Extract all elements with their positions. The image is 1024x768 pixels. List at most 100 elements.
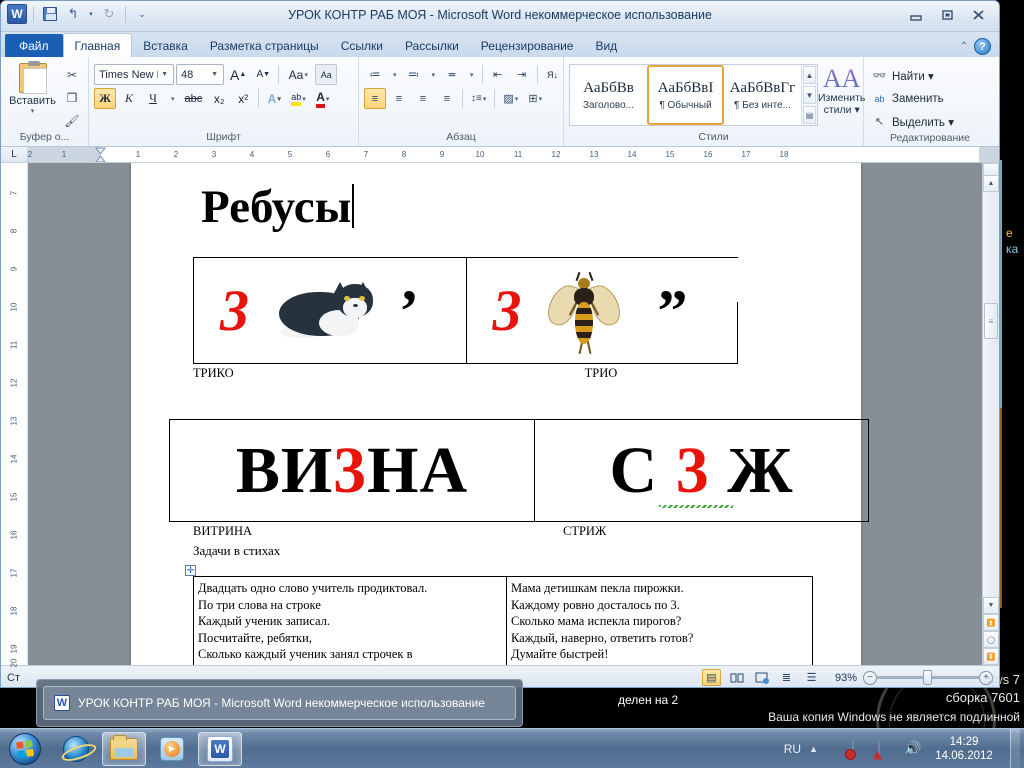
ribbon[interactable]: Вставить ▾ ✂ ❐ 🖌 Буфер о... Times New ▼ …	[1, 57, 999, 147]
cut-icon[interactable]: ✂	[61, 64, 83, 85]
underline-button[interactable]: Ч	[142, 88, 164, 109]
paste-caret-icon[interactable]: ▾	[31, 107, 35, 115]
word-app-icon[interactable]: W	[7, 4, 27, 24]
styles-gallery[interactable]: АаБбВв Заголово... АаБбВвI ¶ Обычный АаБ…	[569, 64, 818, 126]
tab-mailings[interactable]: Рассылки	[394, 35, 470, 57]
network-error-icon[interactable]	[852, 738, 870, 758]
styles-more-icon[interactable]: ▤	[803, 106, 816, 124]
draft-view-button[interactable]: ☰	[802, 669, 821, 686]
bold-button[interactable]: Ж	[94, 88, 116, 109]
tab-stop-selector[interactable]: L	[1, 147, 28, 162]
multilevel-list-button[interactable]: ≖	[441, 64, 463, 85]
next-page-icon[interactable]: ⏬	[983, 648, 999, 665]
taskbar-buttons[interactable]: ▶ W	[54, 731, 242, 766]
language-indicator[interactable]: RU	[784, 742, 801, 756]
minimize-button[interactable]	[902, 5, 931, 25]
windows-taskbar[interactable]: ▶ W RU ▲ 🔊 14:29 14.06.2012	[0, 728, 1024, 768]
tab-review[interactable]: Рецензирование	[470, 35, 585, 57]
clear-formatting-icon[interactable]: Aa	[315, 64, 338, 85]
italic-button[interactable]: К	[118, 88, 140, 109]
clipboard-mini-buttons[interactable]: ✂ ❐ 🖌	[59, 60, 83, 131]
show-hidden-icons-button[interactable]: ▲	[809, 744, 818, 754]
select-button[interactable]: ↖ Выделить ▾	[869, 111, 957, 132]
status-bar-right[interactable]: ▤ ≣ ☰ 93% − +	[702, 669, 997, 686]
help-icon[interactable]: ?	[974, 38, 991, 55]
styles-scroll-down-icon[interactable]: ▼	[803, 86, 816, 104]
paste-button[interactable]: Вставить ▾	[6, 60, 59, 115]
horizontal-ruler[interactable]: 2 1 1 2 3 4 5 6 7 8 9 10 11 12 13 14 15	[28, 147, 999, 162]
line-spacing-button[interactable]: ↕≡ ▾	[467, 88, 490, 109]
text-effects-button[interactable]: A ▾	[263, 88, 285, 109]
paragraph-row-2[interactable]: ≡ ≡ ≡ ≡ ↕≡ ▾ ▨ ▾ ⊞ ▾	[364, 88, 546, 109]
document-canvas[interactable]: Ребусы 3 ’ 3 ” ТРИКО ТРИО ВИ3НА С 3 Ж ВИ…	[28, 163, 982, 665]
scroll-down-icon[interactable]: ▼	[983, 597, 999, 614]
font-name-chevron-down-icon[interactable]: ▼	[158, 71, 171, 78]
scroll-up-icon[interactable]: ▲	[983, 175, 999, 192]
zoom-slider[interactable]: − +	[863, 670, 993, 685]
volume-icon[interactable]: 🔊	[904, 740, 922, 758]
justify-button[interactable]: ≡	[436, 88, 458, 109]
decrease-indent-button[interactable]: ⇤	[487, 64, 509, 85]
tab-home[interactable]: Главная	[62, 33, 133, 57]
taskbar-button-internet-explorer[interactable]	[54, 732, 98, 766]
tab-insert[interactable]: Вставка	[132, 35, 199, 57]
change-case-icon[interactable]: Aa ▾	[283, 64, 313, 85]
scrollbar-bottom-controls[interactable]: ▼ ⏫ ◯ ⏬	[983, 597, 999, 665]
vertical-scrollbar[interactable]: ▲ ≡ ▼ ⏫ ◯ ⏬	[982, 163, 999, 665]
align-right-button[interactable]: ≡	[412, 88, 434, 109]
font-size-chevron-down-icon[interactable]: ▼	[208, 71, 221, 78]
font-name-combo[interactable]: Times New Rc ▼	[94, 64, 174, 85]
tab-view[interactable]: Вид	[584, 35, 628, 57]
paragraph-row-1[interactable]: ≔ ▾ ≕ ▾ ≖ ▾ ⇤ ⇥ Я↓ ¶	[364, 64, 588, 85]
multilevel-chevron-down-icon[interactable]: ▾	[465, 64, 478, 85]
tab-references[interactable]: Ссылки	[330, 35, 394, 57]
align-left-button[interactable]: ≡	[364, 88, 386, 109]
taskbar-button-media-player[interactable]: ▶	[150, 732, 194, 766]
redo-icon[interactable]: ↻	[99, 4, 119, 24]
scrollbar-thumb[interactable]: ≡	[984, 303, 998, 339]
close-button[interactable]	[964, 5, 993, 25]
clock[interactable]: 14:29 14.06.2012	[930, 735, 998, 763]
font-color-button[interactable]: A ▾	[312, 88, 334, 109]
maximize-button[interactable]	[933, 5, 962, 25]
show-desktop-button[interactable]	[1010, 728, 1020, 768]
style-item-no-spacing[interactable]: АаБбВвГг ¶ Без инте...	[724, 65, 801, 125]
document-page[interactable]: Ребусы 3 ’ 3 ” ТРИКО ТРИО ВИ3НА С 3 Ж ВИ…	[131, 163, 869, 665]
title-bar[interactable]: W ↰ ▾ ↻ ⌄ УРОК КОНТР РАБ МОЯ - Microsoft…	[1, 1, 999, 32]
problems-table[interactable]: Двадцать одно слово учитель продиктовал.…	[193, 576, 813, 665]
full-screen-reading-view-button[interactable]	[727, 669, 746, 686]
save-icon[interactable]	[40, 4, 60, 24]
undo-dropdown-icon[interactable]: ▾	[86, 4, 96, 24]
style-item-normal[interactable]: АаБбВвI ¶ Обычный	[647, 65, 724, 125]
subscript-button[interactable]: x₂	[208, 88, 230, 109]
align-center-button[interactable]: ≡	[388, 88, 410, 109]
zoom-out-button[interactable]: −	[863, 670, 877, 685]
tab-page-layout[interactable]: Разметка страницы	[199, 35, 330, 57]
select-browse-object-icon[interactable]: ◯	[983, 631, 999, 648]
start-button[interactable]	[2, 731, 48, 767]
increase-indent-button[interactable]: ⇥	[511, 64, 533, 85]
font-row-2[interactable]: Ж К Ч ▾ abc x₂ x² A ▾ ab ▾ A ▾	[94, 88, 334, 109]
outline-view-button[interactable]: ≣	[777, 669, 796, 686]
find-button[interactable]: 👓 Найти ▾	[869, 65, 937, 86]
numbering-button[interactable]: ≕	[403, 64, 425, 85]
taskbar-button-windows-explorer[interactable]	[102, 731, 146, 766]
styles-scroll-up-icon[interactable]: ▲	[803, 66, 816, 84]
vertical-ruler[interactable]: 7 8 9 10 11 12 13 14 15 16 17 18 19 20	[1, 163, 28, 667]
styles-gallery-scrollbar[interactable]: ▲ ▼ ▤	[801, 65, 817, 125]
underline-chevron-down-icon[interactable]: ▾	[166, 88, 179, 109]
sort-button[interactable]: Я↓	[542, 64, 564, 85]
quick-access-toolbar[interactable]: W ↰ ▾ ↻ ⌄	[7, 4, 152, 24]
zoom-slider-thumb[interactable]	[923, 670, 932, 685]
font-size-combo[interactable]: 48 ▼	[176, 64, 224, 85]
highlight-button[interactable]: ab ▾	[287, 88, 310, 109]
strikethrough-button[interactable]: abc	[181, 88, 207, 109]
style-item-heading1[interactable]: АаБбВв Заголово...	[570, 65, 647, 125]
change-styles-button[interactable]: AA Изменить стили ▾	[818, 64, 865, 117]
borders-button[interactable]: ⊞ ▾	[524, 88, 546, 109]
shrink-font-icon[interactable]: A ▼	[252, 64, 274, 85]
numbering-chevron-down-icon[interactable]: ▾	[427, 64, 440, 85]
customize-qat-icon[interactable]: ⌄	[132, 4, 152, 24]
print-layout-view-button[interactable]: ▤	[702, 669, 721, 686]
font-row-1[interactable]: Times New Rc ▼ 48 ▼ A▲ A▼ Aa▾ Aa	[94, 64, 338, 85]
